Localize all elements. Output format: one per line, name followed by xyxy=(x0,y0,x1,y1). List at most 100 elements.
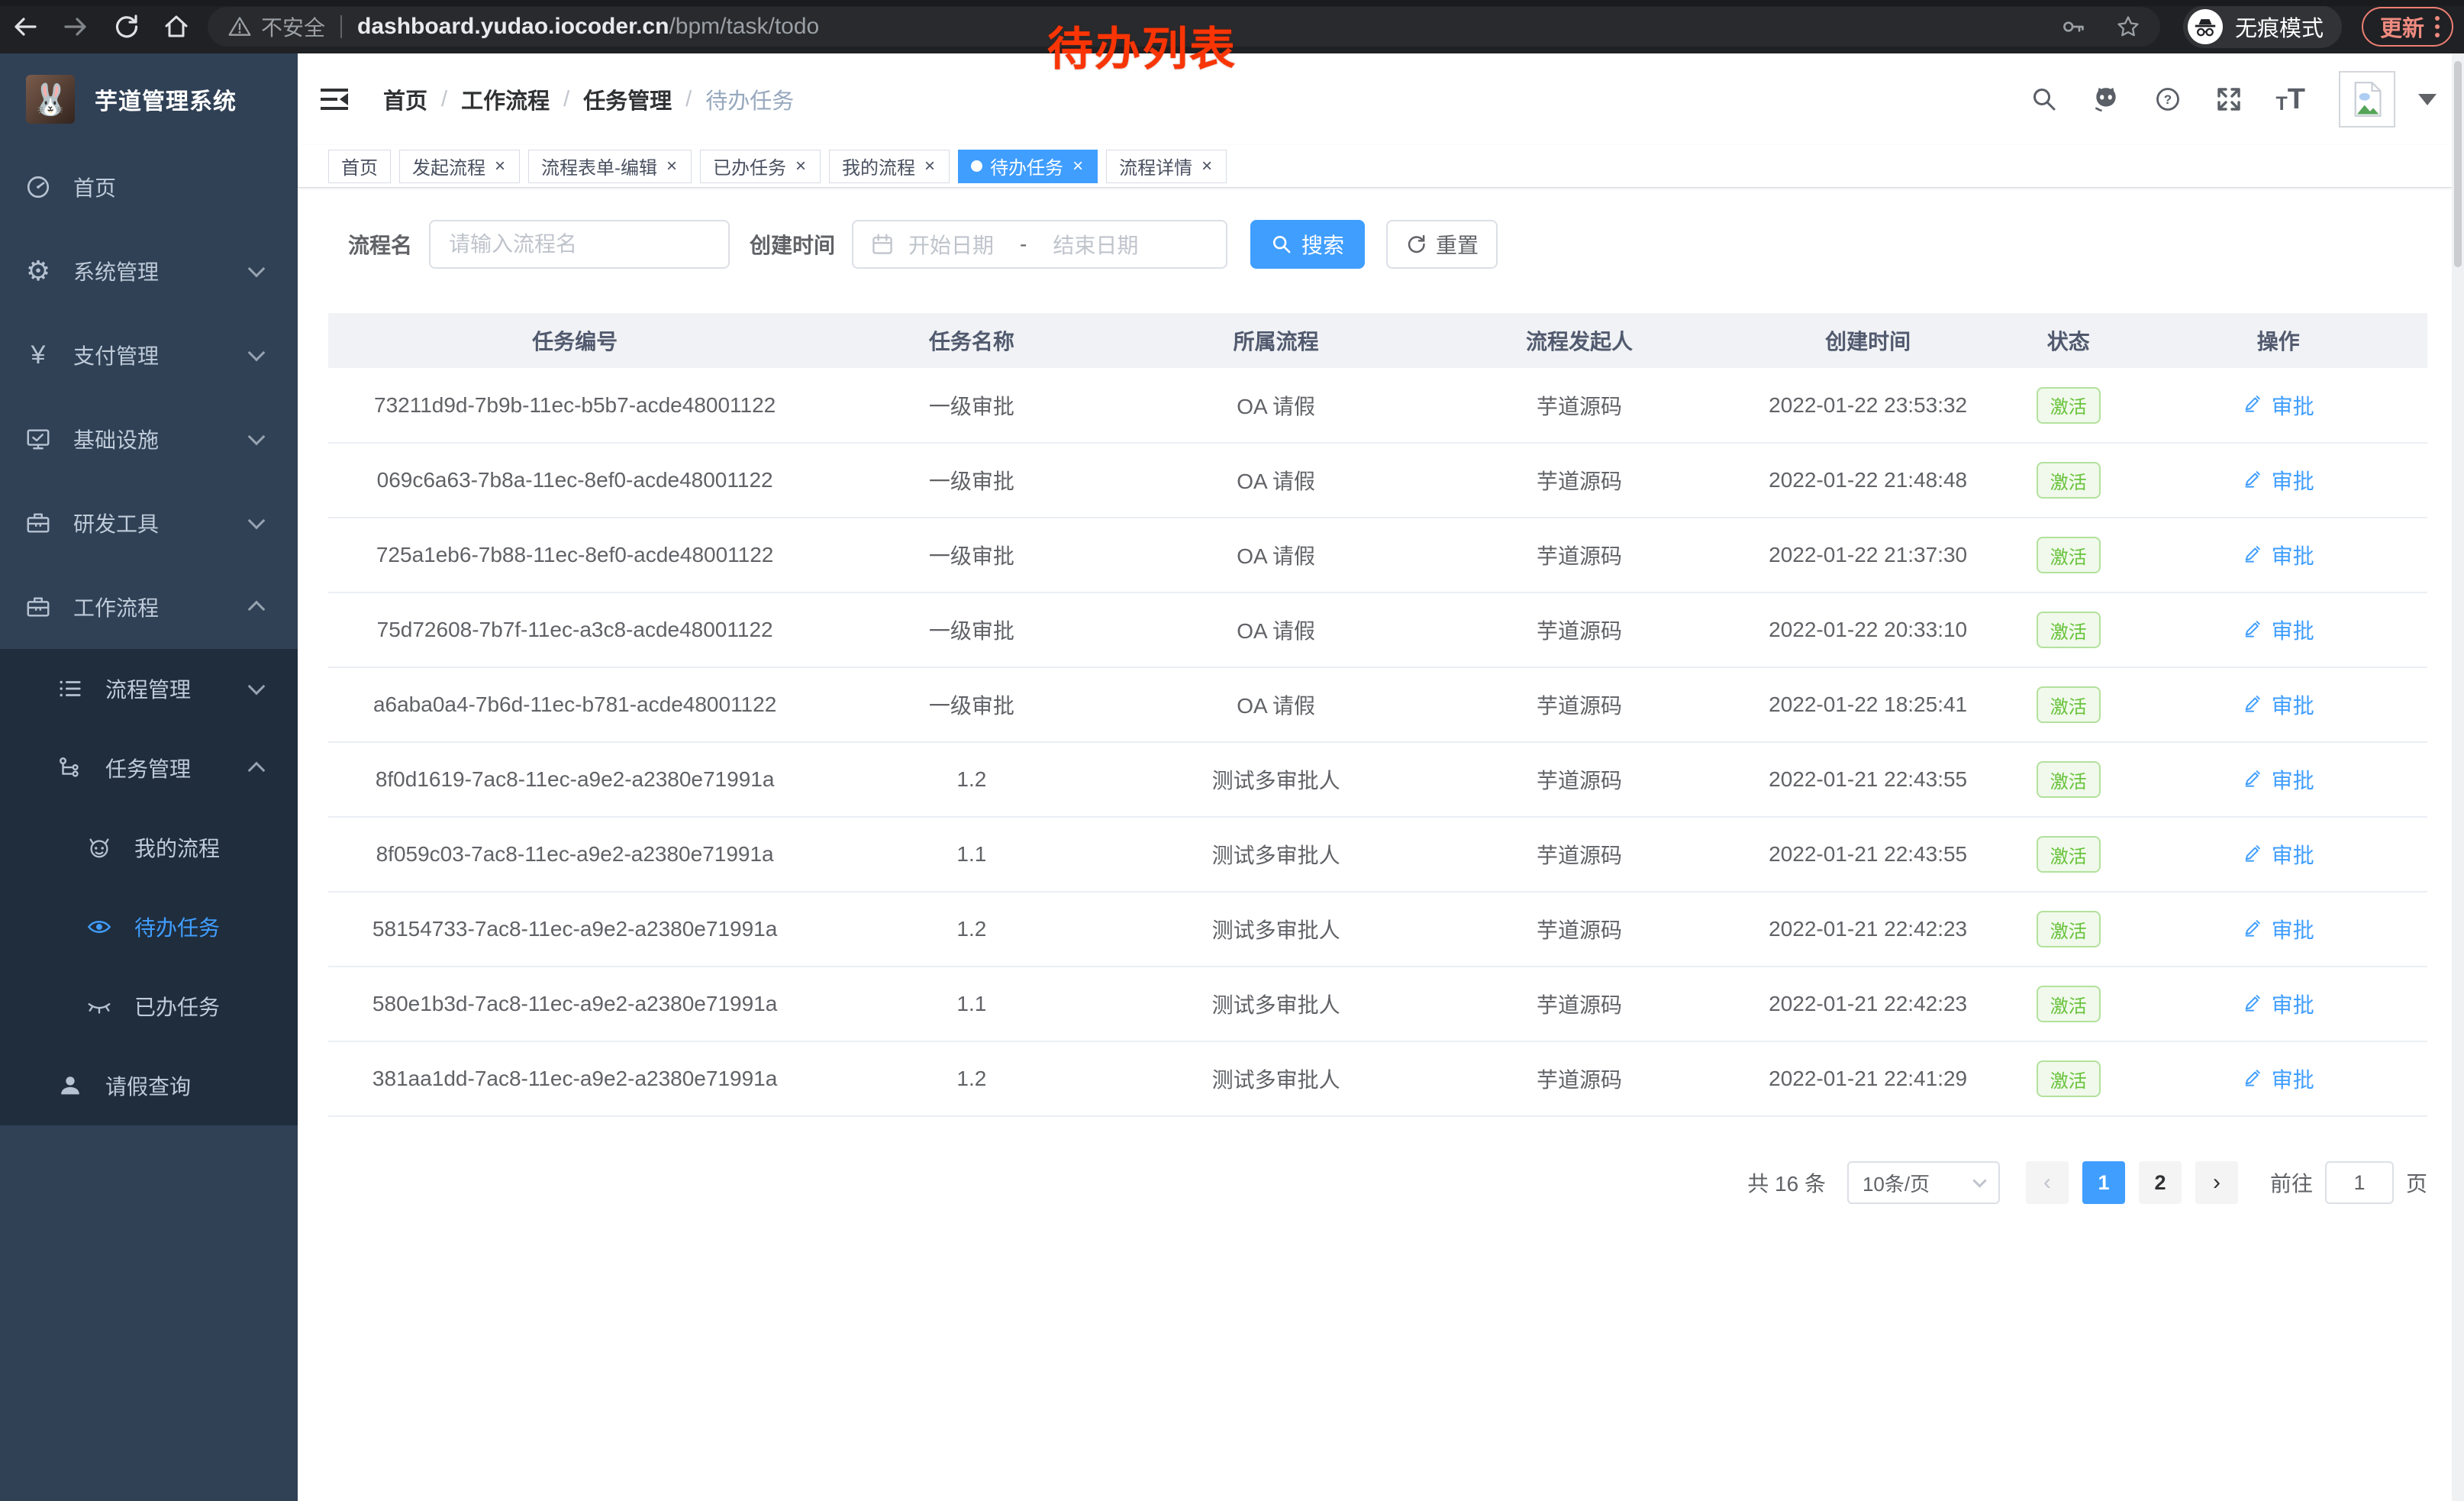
tab-close-icon[interactable]: × xyxy=(493,157,507,176)
security-label: 不安全 xyxy=(261,11,325,42)
approve-label: 审批 xyxy=(2272,839,2314,870)
cell-time: 2022-01-22 21:48:48 xyxy=(1728,443,2008,518)
sidebar-item-done-task[interactable]: 已办任务 xyxy=(0,967,298,1046)
sidebar-item-payment[interactable]: ¥支付管理 xyxy=(0,313,298,397)
approve-link[interactable]: 审批 xyxy=(2243,615,2314,645)
edit-pencil-icon xyxy=(2243,392,2264,418)
approve-link[interactable]: 审批 xyxy=(2243,689,2314,720)
end-date-placeholder: 结束日期 xyxy=(1053,229,1138,260)
tab-发起流程[interactable]: 发起流程 × xyxy=(399,150,520,183)
process-name-input[interactable] xyxy=(429,220,730,269)
robot-face-icon xyxy=(84,834,114,860)
sidebar-item-label: 基础设施 xyxy=(73,424,159,454)
gear-icon: ⚙ xyxy=(23,257,53,285)
sidebar-item-process-mgmt[interactable]: 流程管理 xyxy=(0,649,298,728)
edit-pencil-icon xyxy=(2243,617,2264,644)
scrollbar-track[interactable] xyxy=(2452,53,2464,1501)
status-badge: 激活 xyxy=(2037,911,2101,947)
approve-label: 审批 xyxy=(2272,1064,2314,1094)
approve-label: 审批 xyxy=(2272,615,2314,645)
not-secure-warning-icon[interactable] xyxy=(227,15,252,39)
help-icon[interactable]: ? xyxy=(2154,86,2182,113)
tab-close-icon[interactable]: × xyxy=(794,157,808,176)
approve-link[interactable]: 审批 xyxy=(2243,465,2314,495)
sidebar-item-task-mgmt[interactable]: 任务管理 xyxy=(0,728,298,808)
page-button-1[interactable]: 1 xyxy=(2082,1161,2125,1204)
cell-starter: 芋道源码 xyxy=(1430,817,1729,892)
sidebar-item-workflow[interactable]: 工作流程 xyxy=(0,565,298,649)
prev-page-button[interactable]: ‹ xyxy=(2026,1161,2069,1204)
submenu-task-mgmt: 我的流程待办任务已办任务 xyxy=(0,808,298,1046)
reload-icon[interactable] xyxy=(101,13,151,40)
todo-list-annotation: 待办列表 xyxy=(1047,12,1237,79)
approve-link[interactable]: 审批 xyxy=(2243,1064,2314,1094)
tab-流程详情[interactable]: 流程详情× xyxy=(1106,150,1227,183)
search-icon[interactable] xyxy=(2030,86,2058,113)
approve-link[interactable]: 审批 xyxy=(2243,540,2314,570)
github-icon[interactable] xyxy=(2091,85,2121,114)
back-icon[interactable] xyxy=(0,13,50,40)
approve-link[interactable]: 审批 xyxy=(2243,390,2314,421)
tab-close-icon[interactable]: × xyxy=(665,157,679,176)
sidebar-fold-icon[interactable] xyxy=(319,84,350,115)
tab-流程表单-编辑[interactable]: 流程表单-编辑× xyxy=(528,150,692,183)
update-button[interactable]: 更新 xyxy=(2362,7,2453,47)
tab-我的流程[interactable]: 我的流程× xyxy=(829,150,950,183)
fullscreen-icon[interactable] xyxy=(2215,86,2243,113)
avatar-caret-icon[interactable] xyxy=(2418,94,2437,105)
page-button-2[interactable]: 2 xyxy=(2139,1161,2182,1204)
sidebar-item-dev-tools[interactable]: 研发工具 xyxy=(0,481,298,565)
chevron-up-icon xyxy=(248,601,266,618)
sidebar-item-home[interactable]: 首页 xyxy=(0,145,298,229)
goto-page-input[interactable] xyxy=(2325,1161,2394,1204)
approve-link[interactable]: 审批 xyxy=(2243,839,2314,870)
approve-link[interactable]: 审批 xyxy=(2243,764,2314,795)
breadcrumb-task-mgmt[interactable]: 任务管理 xyxy=(583,83,672,115)
cell-process: 测试多审批人 xyxy=(1122,817,1430,892)
cell-name: 一级审批 xyxy=(821,592,1121,667)
cell-name: 一级审批 xyxy=(821,443,1121,518)
tab-待办任务[interactable]: 待办任务× xyxy=(958,150,1098,183)
breadcrumb-current: 待办任务 xyxy=(705,83,794,115)
app-logo[interactable]: 🐰 芋道管理系统 xyxy=(0,53,298,145)
tab-首页[interactable]: 首页 xyxy=(328,150,391,183)
status-badge: 激活 xyxy=(2037,612,2101,648)
browser-menu-icon[interactable] xyxy=(2435,16,2440,37)
approve-link[interactable]: 审批 xyxy=(2243,989,2314,1019)
cell-starter: 芋道源码 xyxy=(1430,742,1729,817)
scrollbar-thumb[interactable] xyxy=(2454,61,2462,267)
tab-close-icon[interactable]: × xyxy=(1071,157,1085,176)
home-icon[interactable] xyxy=(151,13,202,40)
sidebar-item-system[interactable]: ⚙系统管理 xyxy=(0,229,298,313)
page-size-select[interactable]: 10条/页 xyxy=(1847,1161,2000,1204)
search-button[interactable]: 搜索 xyxy=(1250,220,1365,269)
date-range-picker[interactable]: 开始日期 - 结束日期 xyxy=(852,220,1227,269)
reset-button[interactable]: 重置 xyxy=(1386,220,1498,269)
next-page-button[interactable]: › xyxy=(2195,1161,2238,1204)
incognito-label: 无痕模式 xyxy=(2235,11,2324,43)
user-icon xyxy=(55,1073,85,1099)
tab-label: 发起流程 xyxy=(412,153,485,179)
tab-close-icon[interactable]: × xyxy=(923,157,937,176)
approve-link[interactable]: 审批 xyxy=(2243,914,2314,944)
breadcrumb-home[interactable]: 首页 xyxy=(383,83,427,115)
cell-id: 381aa1dd-7ac8-11ec-a9e2-a2380e71991a xyxy=(328,1041,821,1116)
key-icon[interactable] xyxy=(2061,15,2085,39)
column-header: 状态 xyxy=(2008,313,2130,368)
cell-id: 725a1eb6-7b88-11ec-8ef0-acde48001122 xyxy=(328,518,821,592)
cell-process: OA 请假 xyxy=(1122,518,1430,592)
sidebar-item-my-process[interactable]: 我的流程 xyxy=(0,808,298,887)
breadcrumb-workflow[interactable]: 工作流程 xyxy=(461,83,550,115)
todo-table: 任务编号任务名称所属流程流程发起人创建时间状态操作 73211d9d-7b9b-… xyxy=(328,313,2427,1117)
sidebar-item-todo-task[interactable]: 待办任务 xyxy=(0,887,298,967)
tab-close-icon[interactable]: × xyxy=(1200,157,1214,176)
sidebar-item-infrastructure[interactable]: 基础设施 xyxy=(0,397,298,481)
avatar[interactable] xyxy=(2339,71,2395,128)
font-size-icon[interactable]: TT xyxy=(2276,85,2306,114)
bookmark-star-icon[interactable] xyxy=(2116,15,2140,39)
tab-已办任务[interactable]: 已办任务× xyxy=(700,150,821,183)
submenu-workflow: 流程管理任务管理我的流程待办任务已办任务请假查询 xyxy=(0,649,298,1125)
forward-icon[interactable] xyxy=(50,13,101,40)
cell-time: 2022-01-21 22:42:23 xyxy=(1728,892,2008,967)
sidebar-item-leave-query[interactable]: 请假查询 xyxy=(0,1046,298,1125)
